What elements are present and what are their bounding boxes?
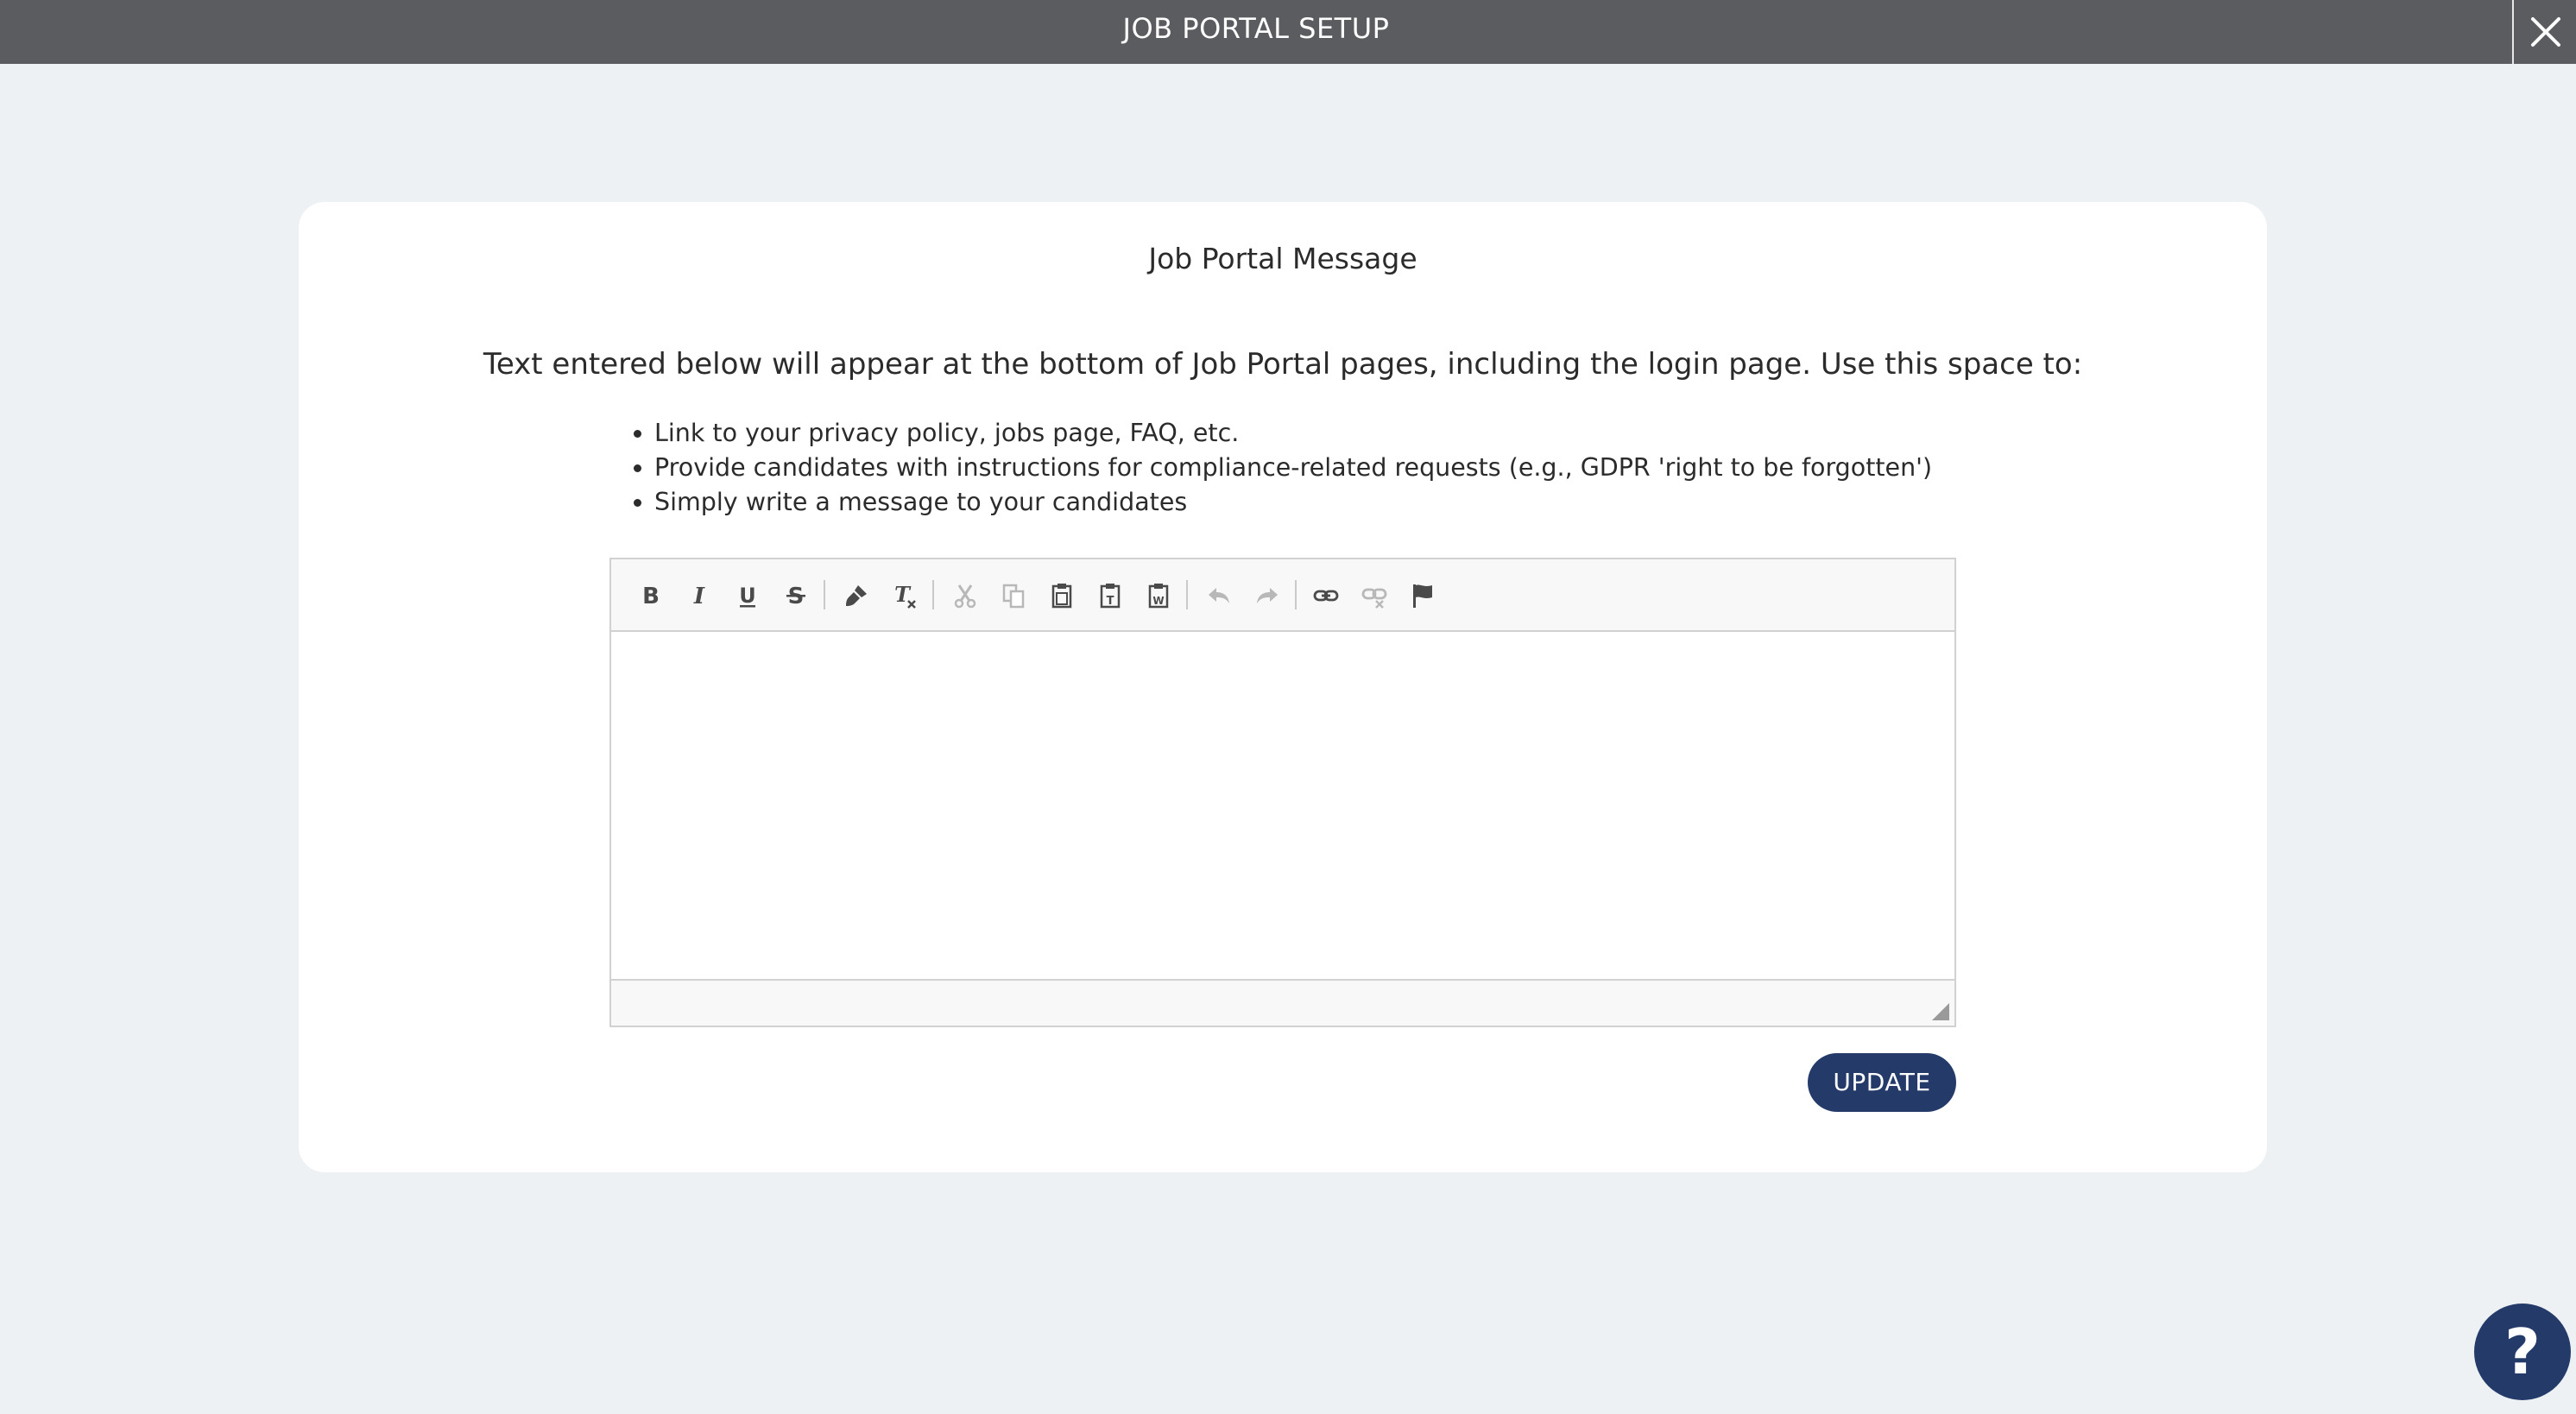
list-item: Simply write a message to your candidate… <box>654 485 1932 520</box>
list-item: Provide candidates with instructions for… <box>654 451 1932 485</box>
update-button[interactable]: UPDATE <box>1808 1053 1956 1112</box>
paste-from-word-icon: W <box>1148 584 1169 609</box>
underline-button[interactable]: U <box>729 577 767 615</box>
cut-button[interactable] <box>946 577 984 615</box>
italic-icon: I <box>693 584 705 609</box>
top-bar: JOB PORTAL SETUP <box>0 0 2576 64</box>
anchor-button[interactable] <box>1404 577 1442 615</box>
copy-format-button[interactable] <box>837 577 875 615</box>
toolbar-separator <box>932 580 934 609</box>
resize-handle-icon[interactable] <box>1932 1003 1949 1020</box>
intro-text: Text entered below will appear at the bo… <box>483 347 2083 382</box>
undo-icon <box>1209 588 1229 603</box>
editor-toolbar: B I U S T T W <box>611 559 1954 632</box>
svg-text:W: W <box>1152 595 1164 607</box>
page-title: JOB PORTAL SETUP <box>1122 12 1390 45</box>
list-item: Link to your privacy policy, jobs page, … <box>654 416 1932 451</box>
paste-icon <box>1051 584 1072 609</box>
unlink-icon <box>1361 588 1387 609</box>
redo-icon <box>1257 588 1278 603</box>
strikethrough-button[interactable]: S <box>777 577 815 615</box>
card-title: Job Portal Message <box>1148 242 1417 275</box>
bold-icon: B <box>642 584 660 609</box>
unlink-button[interactable] <box>1355 577 1393 615</box>
svg-text:B: B <box>642 584 660 609</box>
anchor-icon <box>1413 584 1432 608</box>
help-button[interactable]: ? <box>2474 1304 2571 1400</box>
svg-text:T: T <box>1107 595 1114 608</box>
help-icon: ? <box>2504 1316 2541 1388</box>
rich-text-editor: B I U S T T W <box>609 558 1956 1027</box>
close-icon <box>2531 17 2560 47</box>
message-card: Job Portal Message Text entered below wi… <box>299 202 2267 1172</box>
strikethrough-icon: S <box>786 584 805 609</box>
copy-button[interactable] <box>994 577 1032 615</box>
link-button[interactable] <box>1307 577 1345 615</box>
italic-button[interactable]: I <box>680 577 718 615</box>
bold-button[interactable]: B <box>632 577 670 615</box>
copy-format-icon <box>846 585 867 606</box>
paste-button[interactable] <box>1043 577 1081 615</box>
usage-list: Link to your privacy policy, jobs page, … <box>620 416 1932 520</box>
paste-text-icon: T <box>1100 584 1121 609</box>
toolbar-separator <box>824 580 825 609</box>
redo-button[interactable] <box>1248 577 1286 615</box>
editor-content-area[interactable] <box>611 632 1954 977</box>
toolbar-separator <box>1186 580 1188 609</box>
remove-format-button[interactable]: T <box>886 577 924 615</box>
undo-button[interactable] <box>1200 577 1238 615</box>
svg-text:U: U <box>739 584 756 608</box>
paste-text-button[interactable]: T <box>1091 577 1129 615</box>
remove-format-icon: T <box>894 582 916 609</box>
toolbar-separator <box>1295 580 1297 609</box>
svg-text:I: I <box>693 584 705 609</box>
cut-icon <box>954 584 976 609</box>
editor-status-bar <box>611 979 1954 1026</box>
close-button[interactable] <box>2512 0 2576 64</box>
link-icon <box>1313 590 1339 602</box>
copy-icon <box>1002 584 1025 609</box>
underline-icon: U <box>739 584 756 608</box>
paste-from-word-button[interactable]: W <box>1140 577 1178 615</box>
